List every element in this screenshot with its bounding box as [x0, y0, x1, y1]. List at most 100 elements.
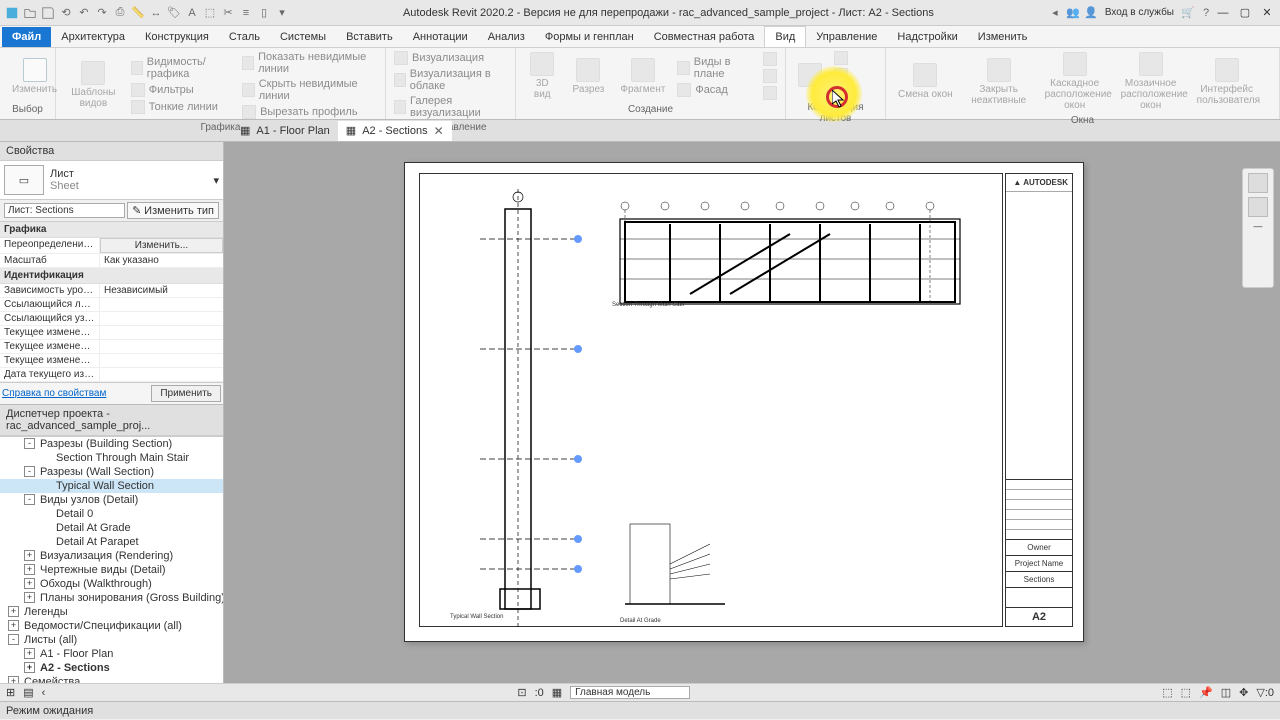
tab-structure[interactable]: Конструкция [135, 27, 219, 47]
fullnav-icon[interactable] [1248, 173, 1268, 193]
properties-help-link[interactable]: Справка по свойствам [2, 388, 106, 399]
expand-icon[interactable]: + [24, 648, 35, 659]
keyshot-icon[interactable]: 👥 [1065, 5, 1081, 21]
section-button[interactable]: Разрез [567, 56, 611, 97]
render-button[interactable]: Визуализация [392, 50, 509, 66]
tab-annotate[interactable]: Аннотации [403, 27, 478, 47]
view-templates-button[interactable]: Шаблоны видов [62, 59, 125, 111]
planviews-button[interactable]: Виды в плане [675, 55, 757, 81]
legend-button[interactable] [761, 68, 779, 84]
doc-tab-a1[interactable]: ▦A1 - Floor Plan [232, 121, 338, 140]
tab-insert[interactable]: Вставить [336, 27, 403, 47]
tab-steel[interactable]: Сталь [219, 27, 270, 47]
tab-file[interactable]: Файл [2, 27, 51, 47]
search-icon[interactable]: ◂ [1047, 5, 1063, 21]
prop-value[interactable] [100, 340, 223, 353]
redo-icon[interactable]: ↷ [94, 5, 110, 21]
tree-item[interactable]: +Ведомости/Спецификации (all) [0, 619, 223, 633]
revit-icon[interactable] [4, 5, 20, 21]
instance-filter[interactable]: Лист: Sections [4, 203, 125, 218]
scale-icon[interactable]: ⊞ [6, 686, 15, 699]
tab-manage[interactable]: Управление [806, 27, 887, 47]
open-icon[interactable] [22, 5, 38, 21]
expand-icon[interactable]: - [24, 438, 35, 449]
section-viewport-wall[interactable] [450, 189, 590, 629]
visibility-button[interactable]: Видимость/ графика [129, 55, 236, 81]
zoom-icon[interactable] [1248, 197, 1268, 217]
select-pinned-icon[interactable]: 📌 [1199, 686, 1213, 699]
section-icon[interactable]: ✂ [220, 5, 236, 21]
select-underlay-icon[interactable]: ⬚ [1181, 686, 1191, 699]
expand-icon[interactable]: - [24, 466, 35, 477]
detail-level-icon[interactable]: ▤ [23, 686, 33, 699]
modify-button[interactable]: Изменить [6, 56, 63, 97]
tile-button[interactable]: Мозаичное расположение окон [1115, 50, 1187, 113]
callout-button[interactable]: Фрагмент [614, 56, 671, 97]
cascade-button[interactable]: Каскадное расположение окон [1039, 50, 1111, 113]
tab-massing[interactable]: Формы и генплан [535, 27, 644, 47]
close-inactive-button[interactable]: Закрыть неактивные [963, 56, 1035, 108]
default3d-icon[interactable]: ⬚ [202, 5, 218, 21]
closeinactive-icon[interactable]: ▯ [256, 5, 272, 21]
doc-tab-a2[interactable]: ▦A2 - Sections✕ [338, 121, 452, 141]
expand-icon[interactable]: + [24, 578, 35, 589]
drawing-canvas[interactable]: Section Through Main Stair [224, 142, 1280, 683]
minimize-button[interactable]: — [1214, 5, 1232, 21]
edit-type-button[interactable]: ✎ Изменить тип [127, 202, 219, 219]
drag-icon[interactable]: ✥ [1239, 686, 1248, 699]
view-button[interactable] [832, 50, 850, 66]
prop-value[interactable] [100, 312, 223, 325]
tab-collaborate[interactable]: Совместная работа [644, 27, 765, 47]
chevron-down-icon[interactable]: ▾ [213, 174, 219, 187]
tab-addins[interactable]: Надстройки [887, 27, 967, 47]
tree-item[interactable]: +Семейства [0, 675, 223, 683]
tree-item[interactable]: Detail At Parapet [0, 535, 223, 549]
ui-button[interactable]: Интерфейс пользователя [1191, 56, 1263, 108]
tree-item[interactable]: +Визуализация (Rendering) [0, 549, 223, 563]
dimension-icon[interactable]: ↔ [148, 5, 164, 21]
sheet-view[interactable]: Section Through Main Stair [404, 162, 1084, 642]
tree-item[interactable]: Detail 0 [0, 507, 223, 521]
measure-icon[interactable]: 📏 [130, 5, 146, 21]
expand-icon[interactable]: + [24, 564, 35, 575]
tag-icon[interactable]: 🏷 [166, 5, 182, 21]
select-links-icon[interactable]: ⬚ [1162, 686, 1172, 699]
expand-icon[interactable]: + [24, 662, 35, 673]
apply-button[interactable]: Применить [151, 385, 221, 402]
tree-item[interactable]: -Виды узлов (Detail) [0, 493, 223, 507]
sync-icon[interactable]: ⟲ [58, 5, 74, 21]
tab-systems[interactable]: Системы [270, 27, 336, 47]
worksets-icon[interactable]: ⊡ [517, 686, 526, 699]
show-hidden-button[interactable]: Показать невидимые линии [240, 50, 379, 76]
text-icon[interactable]: A [184, 5, 200, 21]
close-tab-icon[interactable]: ✕ [434, 124, 444, 138]
tree-item[interactable]: Section Through Main Stair [0, 451, 223, 465]
model-icon[interactable]: ▦ [552, 686, 562, 699]
tree-item[interactable]: +Чертежные виды (Detail) [0, 563, 223, 577]
title-block[interactable]: ▲ AUTODESK Owner Project Name Sections A… [1005, 173, 1073, 627]
tree-item[interactable]: -Листы (all) [0, 633, 223, 647]
tree-item[interactable]: -Разрезы (Wall Section) [0, 465, 223, 479]
help-icon[interactable]: ? [1198, 5, 1214, 21]
exchange-icon[interactable]: 🛒 [1180, 5, 1196, 21]
hide-hidden-button[interactable]: Скрыть невидимые линии [240, 77, 379, 103]
elevation-button[interactable]: Фасад [675, 82, 757, 98]
tab-analyze[interactable]: Анализ [478, 27, 535, 47]
prop-value-button[interactable]: Изменить... [100, 238, 223, 253]
prop-value[interactable] [100, 326, 223, 339]
prop-value[interactable] [100, 368, 223, 381]
sheet-button[interactable] [792, 61, 828, 89]
maximize-button[interactable]: ▢ [1236, 5, 1254, 21]
print-icon[interactable]: ⎙ [112, 5, 128, 21]
thinlines-icon[interactable]: ≡ [238, 5, 254, 21]
expand-icon[interactable]: + [8, 606, 19, 617]
prop-value[interactable] [100, 298, 223, 311]
type-selector[interactable]: ▭ ЛистSheet ▾ [0, 161, 223, 200]
render-gallery-button[interactable]: Галерея визуализации [392, 94, 509, 120]
prop-value[interactable]: Независимый [100, 284, 223, 297]
zoom-value[interactable]: :0 [535, 687, 544, 699]
tree-item[interactable]: +Легенды [0, 605, 223, 619]
tab-modify[interactable]: Изменить [968, 27, 1038, 47]
undo-icon[interactable]: ↶ [76, 5, 92, 21]
user-icon[interactable]: 👤 [1083, 5, 1099, 21]
